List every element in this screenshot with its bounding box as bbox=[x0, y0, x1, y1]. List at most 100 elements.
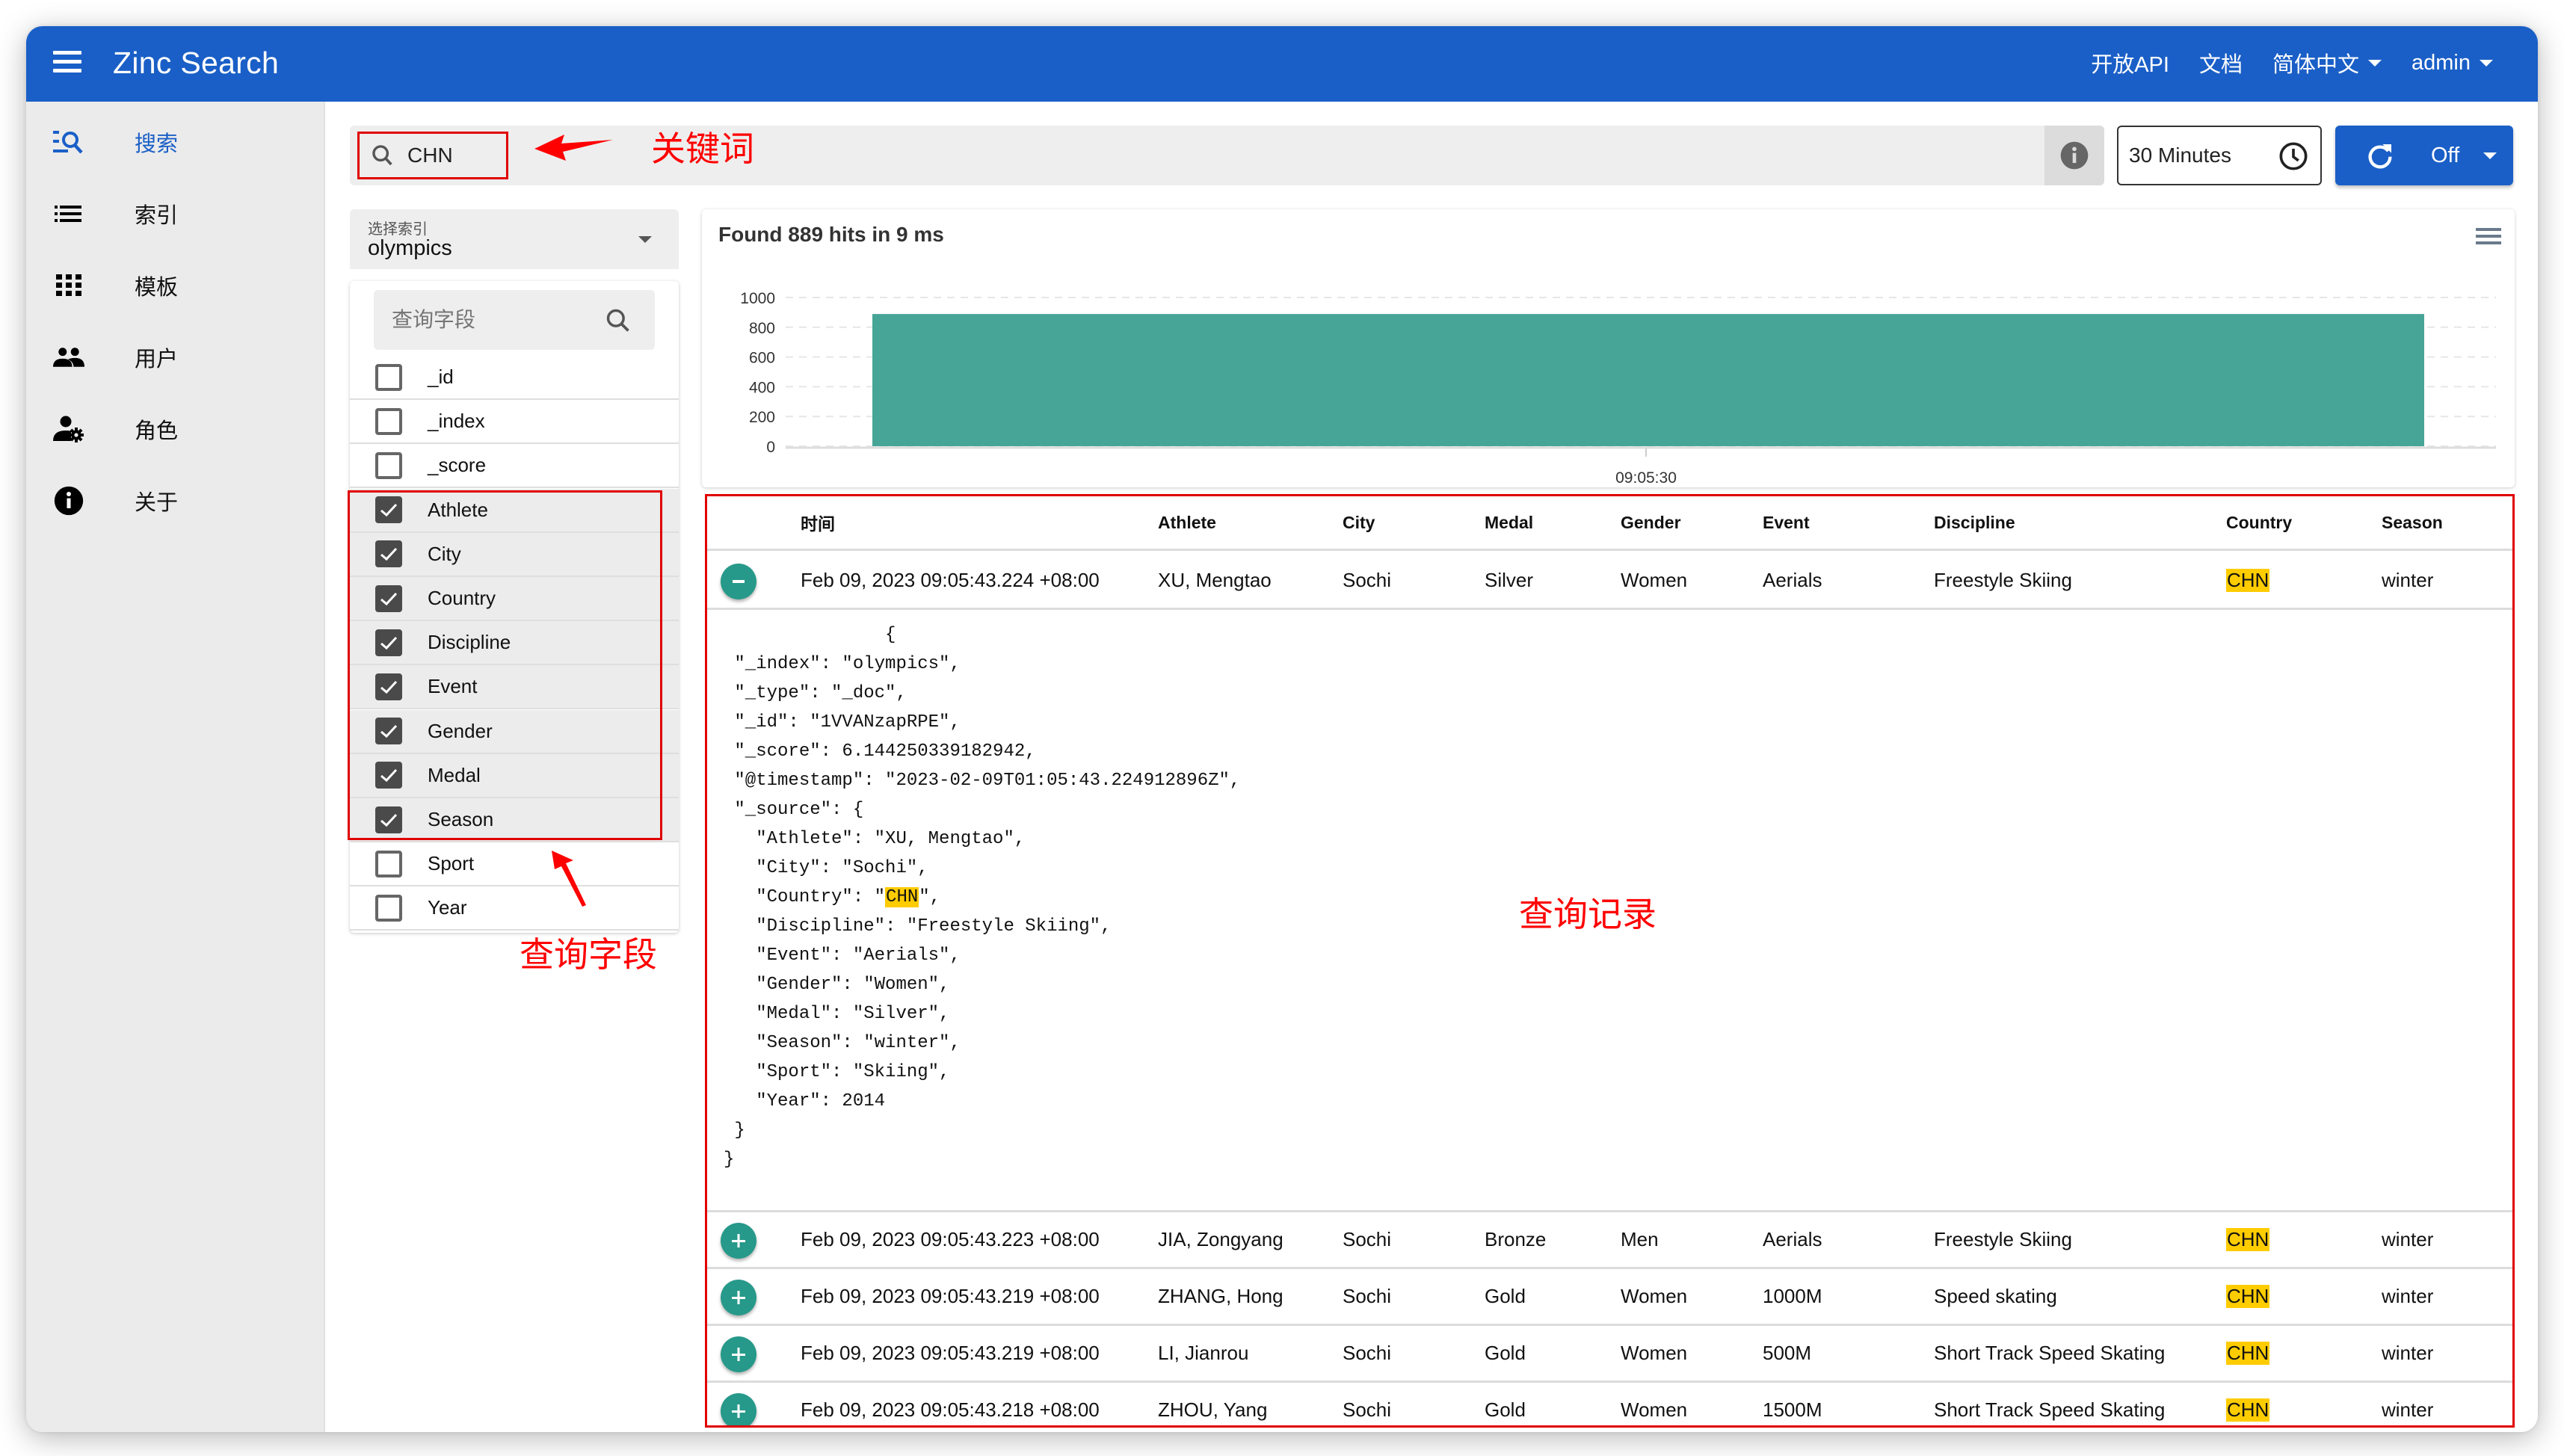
table-cell: CHN bbox=[2226, 1212, 2270, 1267]
minus-icon bbox=[733, 580, 745, 583]
cell-text: Women bbox=[1621, 1398, 1688, 1421]
checkbox-unchecked[interactable] bbox=[375, 407, 402, 435]
time-range-picker[interactable]: 30 Minutes bbox=[2117, 126, 2322, 185]
table-row[interactable]: Feb 09, 2023 09:05:43.219 +08:00 LI, Jian… bbox=[707, 1326, 2512, 1383]
field-row-City[interactable]: City bbox=[350, 532, 679, 577]
column-header[interactable]: Event bbox=[1763, 496, 1810, 549]
auto-refresh-button[interactable]: Off bbox=[2335, 126, 2513, 185]
header-link-3[interactable]: admin bbox=[2412, 51, 2493, 75]
y-tick-label: 600 bbox=[749, 350, 775, 367]
cell-text: winter bbox=[2382, 1398, 2434, 1421]
sidebar-item-5[interactable]: 关于 bbox=[26, 465, 325, 537]
field-search-input[interactable] bbox=[392, 308, 586, 332]
checkbox-checked[interactable] bbox=[375, 673, 402, 700]
checkbox-checked[interactable] bbox=[375, 540, 402, 568]
expand-row-button[interactable] bbox=[721, 1393, 756, 1425]
json-line: "Country": "CHN", bbox=[724, 887, 941, 907]
table-row[interactable]: Feb 09, 2023 09:05:43.224 +08:00 XU, Meng… bbox=[707, 553, 2512, 610]
sidebar-item-label: 索引 bbox=[135, 204, 179, 228]
expand-row-button[interactable] bbox=[721, 1223, 756, 1259]
chevron-down-icon bbox=[638, 236, 652, 243]
json-line: "_type": "_doc", bbox=[724, 679, 1240, 708]
table-cell: Women bbox=[1621, 1383, 1688, 1425]
fields-panel: _id _index _score Athlete City Country Discipl… bbox=[350, 281, 679, 933]
field-search-box[interactable] bbox=[374, 290, 655, 350]
checkbox-checked[interactable] bbox=[375, 629, 402, 656]
index-select[interactable]: 选择索引 olympics bbox=[350, 209, 679, 269]
field-row-_id[interactable]: _id bbox=[350, 356, 679, 400]
table-row[interactable]: Feb 09, 2023 09:05:43.219 +08:00 ZHANG, H… bbox=[707, 1269, 2512, 1326]
keyword-search-box[interactable] bbox=[357, 132, 508, 179]
cell-text: Freestyle Skiing bbox=[1934, 1228, 2072, 1250]
column-header[interactable]: City bbox=[1343, 496, 1375, 549]
field-row-Sport[interactable]: Sport bbox=[350, 842, 679, 887]
plus-icon bbox=[732, 1234, 745, 1247]
table-row[interactable]: Feb 09, 2023 09:05:43.223 +08:00 JIA, Zon… bbox=[707, 1212, 2512, 1269]
sidebar-item-3[interactable]: 用户 bbox=[26, 321, 325, 393]
y-tick-label: 400 bbox=[749, 379, 775, 396]
sidebar-item-1[interactable]: 索引 bbox=[26, 178, 325, 250]
table-cell: Speed skating bbox=[1934, 1269, 2057, 1324]
field-row-Event[interactable]: Event bbox=[350, 665, 679, 710]
cell-text: Sochi bbox=[1343, 1228, 1392, 1250]
expand-row-button[interactable] bbox=[721, 1280, 756, 1315]
collapse-row-button[interactable] bbox=[721, 564, 756, 599]
column-header[interactable]: Country bbox=[2226, 496, 2292, 549]
field-row-_index[interactable]: _index bbox=[350, 400, 679, 445]
keyword-search-input[interactable] bbox=[407, 144, 497, 167]
field-name: City bbox=[428, 542, 461, 565]
cell-text: winter bbox=[2382, 1228, 2434, 1250]
table-cell: winter bbox=[2382, 1212, 2433, 1267]
field-row-_score[interactable]: _score bbox=[350, 444, 679, 489]
table-cell: Women bbox=[1621, 553, 1687, 608]
sidebar-item-0[interactable]: 搜索 bbox=[26, 106, 325, 178]
table-cell: Short Track Speed Skating bbox=[1934, 1326, 2165, 1381]
index-select-label: 选择索引 bbox=[368, 221, 428, 238]
query-help-button[interactable] bbox=[2044, 126, 2104, 185]
sidebar-item-2[interactable]: 模板 bbox=[26, 250, 325, 321]
column-header[interactable]: Season bbox=[2382, 496, 2443, 549]
field-row-Gender[interactable]: Gender bbox=[350, 709, 679, 754]
app-window: Zinc Search 开放API 文档 简体中文 admin 搜索 索引 模板 用户 角色关… bbox=[26, 26, 2538, 1432]
sidebar-item-label: 模板 bbox=[135, 276, 179, 300]
header-link-0[interactable]: 开放API bbox=[2091, 47, 2169, 78]
field-row-Medal[interactable]: Medal bbox=[350, 753, 679, 798]
expand-row-button[interactable] bbox=[721, 1336, 756, 1372]
checkbox-checked[interactable] bbox=[375, 584, 402, 612]
chart-menu-icon[interactable] bbox=[2476, 228, 2501, 247]
checkbox-unchecked[interactable] bbox=[375, 850, 402, 877]
field-row-Athlete[interactable]: Athlete bbox=[350, 488, 679, 533]
table-row[interactable]: Feb 09, 2023 09:05:43.218 +08:00 ZHOU, Ya… bbox=[707, 1383, 2512, 1425]
sidebar-item-4[interactable]: 角色 bbox=[26, 393, 325, 465]
json-line-text: "Athlete": "XU, Mengtao", bbox=[724, 829, 1026, 849]
hamburger-menu-icon[interactable] bbox=[53, 51, 81, 76]
field-row-Year[interactable]: Year bbox=[350, 886, 679, 931]
header-link-1[interactable]: 文档 bbox=[2199, 47, 2243, 78]
column-header[interactable]: Athlete bbox=[1158, 496, 1216, 549]
table-cell: Sochi bbox=[1343, 1269, 1391, 1324]
checkbox-checked[interactable] bbox=[375, 806, 402, 833]
checkbox-checked[interactable] bbox=[375, 496, 402, 524]
table-cell: Bronze bbox=[1485, 1212, 1546, 1267]
column-header[interactable]: Medal bbox=[1485, 496, 1533, 549]
column-header[interactable]: 时间 bbox=[801, 496, 835, 549]
cell-text: Freestyle Skiing bbox=[1934, 569, 2072, 591]
table-cell: Women bbox=[1621, 1269, 1687, 1324]
field-row-Discipline[interactable]: Discipline bbox=[350, 621, 679, 666]
y-tick-label: 0 bbox=[766, 439, 775, 456]
checkbox-unchecked[interactable] bbox=[375, 894, 402, 922]
header-link-label: 简体中文 bbox=[2272, 53, 2359, 77]
header-link-2[interactable]: 简体中文 bbox=[2272, 47, 2382, 78]
checkbox-unchecked[interactable] bbox=[375, 451, 402, 479]
field-row-Season[interactable]: Season bbox=[350, 798, 679, 842]
field-name: _id bbox=[428, 365, 454, 388]
field-row-Country[interactable]: Country bbox=[350, 577, 679, 621]
column-header[interactable]: Discipline bbox=[1934, 496, 2015, 549]
json-line-text: "_index": "olympics", bbox=[724, 654, 961, 674]
table-cell: winter bbox=[2382, 1383, 2434, 1425]
checkbox-unchecked[interactable] bbox=[375, 363, 402, 391]
json-line-text: "Year": 2014 bbox=[724, 1091, 886, 1111]
column-header[interactable]: Gender bbox=[1621, 496, 1681, 549]
checkbox-checked[interactable] bbox=[375, 762, 402, 789]
checkbox-checked[interactable] bbox=[375, 718, 402, 745]
